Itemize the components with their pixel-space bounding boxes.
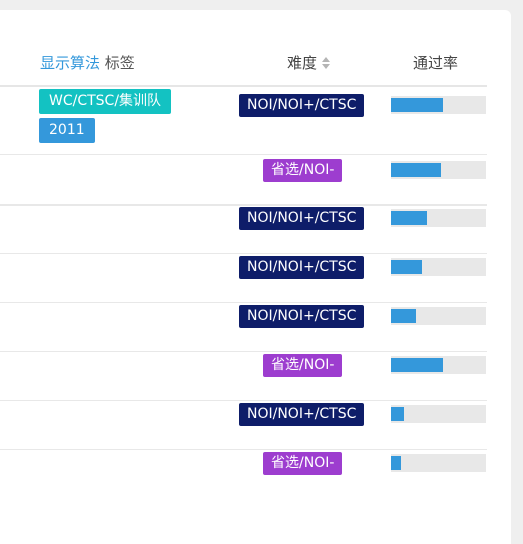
show-algorithm-link[interactable]: 显示算法 xyxy=(40,54,100,72)
pass-rate-bar-fill xyxy=(391,260,422,274)
row-divider xyxy=(0,400,487,401)
pass-rate-bar-fill xyxy=(391,211,427,225)
pass-rate-bar xyxy=(391,454,486,472)
row-divider xyxy=(0,351,487,352)
tag-year[interactable]: 2011 xyxy=(39,118,95,143)
row-divider xyxy=(0,204,487,206)
difficulty-badge: NOI/NOI+/CTSC xyxy=(239,94,365,117)
row-divider xyxy=(0,302,487,303)
pass-rate-bar xyxy=(391,96,486,114)
header-divider xyxy=(0,85,487,87)
pass-rate-bar-fill xyxy=(391,456,401,470)
difficulty-badge: NOI/NOI+/CTSC xyxy=(239,256,365,279)
row-divider xyxy=(0,253,487,254)
pass-rate-bar xyxy=(391,356,486,374)
pass-rate-bar-fill xyxy=(391,358,443,372)
difficulty-column-header[interactable]: 难度 xyxy=(287,52,331,73)
pass-rate-bar xyxy=(391,405,486,423)
pass-rate-bar xyxy=(391,161,486,179)
pass-rate-column-header: 通过率 xyxy=(413,54,459,72)
tag-source[interactable]: WC/CTSC/集训队 xyxy=(39,89,172,114)
difficulty-badge: NOI/NOI+/CTSC xyxy=(239,207,365,230)
pass-rate-bar-fill xyxy=(391,407,404,421)
difficulty-header-label: 难度 xyxy=(287,54,318,72)
pass-rate-bar-fill xyxy=(391,163,441,177)
problem-list-panel: 显示算法 标签 难度 通过率 WC/CTSC/集训队 2011 NOI/NOI+/C… xyxy=(0,10,511,544)
pass-rate-bar xyxy=(391,307,486,325)
pass-rate-bar-fill xyxy=(391,309,416,323)
difficulty-badge: NOI/NOI+/CTSC xyxy=(239,305,365,328)
pass-rate-bar xyxy=(391,209,486,227)
row-divider xyxy=(0,154,487,155)
pass-rate-bar xyxy=(391,258,486,276)
tags-column-header: 显示算法 标签 xyxy=(40,52,135,73)
row-divider xyxy=(0,449,487,450)
sort-icon[interactable] xyxy=(321,56,331,70)
difficulty-badge: 省选/NOI- xyxy=(263,159,343,182)
tags-header-label: 标签 xyxy=(104,54,135,72)
pass-rate-bar-fill xyxy=(391,98,443,112)
difficulty-badge: 省选/NOI- xyxy=(263,452,343,475)
difficulty-badge: 省选/NOI- xyxy=(263,354,343,377)
difficulty-badge: NOI/NOI+/CTSC xyxy=(239,403,365,426)
